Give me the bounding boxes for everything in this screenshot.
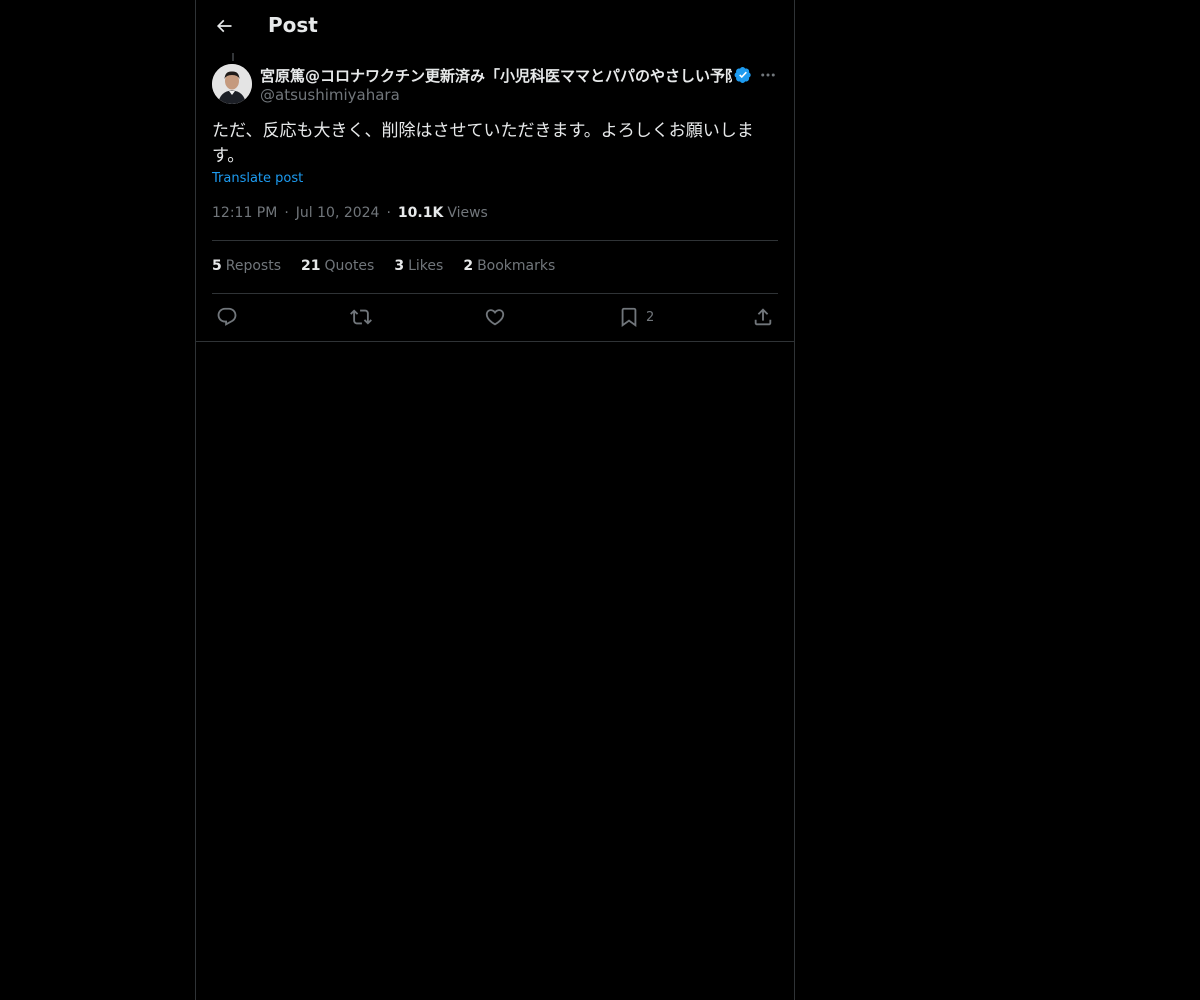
repost-icon — [350, 309, 372, 325]
bookmarks-stat[interactable]: 2 Bookmarks — [463, 258, 555, 274]
post-metadata: 12:11 PM · Jul 10, 2024 · 10.1K Views — [212, 205, 488, 221]
more-dots-icon — [761, 73, 775, 77]
post-text-line: ただ、反応も大きく、削除はさせていただきます。よろしくお願いしま — [212, 121, 754, 141]
likes-stat[interactable]: 3 Likes — [394, 258, 443, 274]
back-button[interactable] — [206, 8, 242, 44]
divider — [212, 240, 778, 241]
bookmark-count: 2 — [646, 309, 655, 325]
page-title: Post — [268, 13, 318, 37]
views-count: 10.1K — [397, 205, 444, 221]
stat-count: 21 — [301, 258, 321, 274]
separator-dot: · — [284, 205, 289, 221]
share-icon — [754, 308, 772, 326]
translate-post-link[interactable]: Translate post — [212, 171, 303, 186]
post-text-line: す。 — [212, 146, 245, 166]
avatar-image — [212, 64, 252, 104]
reposts-stat[interactable]: 5 Reposts — [212, 258, 281, 274]
quotes-stat[interactable]: 21 Quotes — [301, 258, 374, 274]
repost-button[interactable] — [350, 305, 372, 329]
author-display-name[interactable]: 宮原篤@コロナワクチン更新済み「小児科医ママとパパのやさしい予防接種BOOK」発… — [260, 65, 732, 86]
back-arrow-icon — [216, 19, 232, 33]
stat-label: Quotes — [324, 258, 375, 274]
author-handle[interactable]: @atsushimiyahara — [260, 86, 400, 104]
share-button[interactable] — [752, 305, 774, 329]
stat-label: Bookmarks — [477, 258, 556, 274]
verified-badge-icon[interactable] — [734, 66, 752, 84]
divider — [196, 341, 794, 342]
primary-column: Post 宮原篤@コロナワクチン更新済み「小児科医ママとパパのやさしい予防接種B… — [195, 0, 795, 1000]
stat-count: 5 — [212, 258, 222, 274]
views-label: Views — [447, 205, 488, 221]
stat-count: 3 — [394, 258, 405, 274]
like-button[interactable] — [484, 305, 506, 329]
reply-icon — [217, 307, 237, 326]
post-time[interactable]: 12:11 PM — [212, 205, 277, 221]
stat-label: Likes — [408, 258, 444, 274]
post-date[interactable]: Jul 10, 2024 — [296, 205, 380, 221]
like-icon — [485, 309, 505, 326]
divider — [212, 293, 778, 294]
bookmark-button[interactable]: 2 — [618, 305, 654, 329]
thread-connector-line — [232, 53, 234, 61]
separator-dot: · — [386, 205, 391, 221]
author-avatar[interactable] — [212, 64, 252, 104]
stat-label: Reposts — [225, 258, 281, 274]
engagement-stats: 5 Reposts 21 Quotes 3 Likes 2 Bookmarks — [212, 258, 575, 274]
page-header: Post — [196, 0, 794, 53]
bookmark-icon — [621, 307, 637, 328]
stat-count: 2 — [463, 258, 474, 274]
reply-button[interactable] — [216, 305, 238, 329]
post-text: ただ、反応も大きく、削除はさせていただきます。よろしくお願いしま す。 — [212, 119, 772, 169]
more-options-button[interactable] — [756, 64, 780, 86]
author-name-row: 宮原篤@コロナワクチン更新済み「小児科医ママとパパのやさしい予防接種BOOK」発… — [260, 64, 752, 86]
